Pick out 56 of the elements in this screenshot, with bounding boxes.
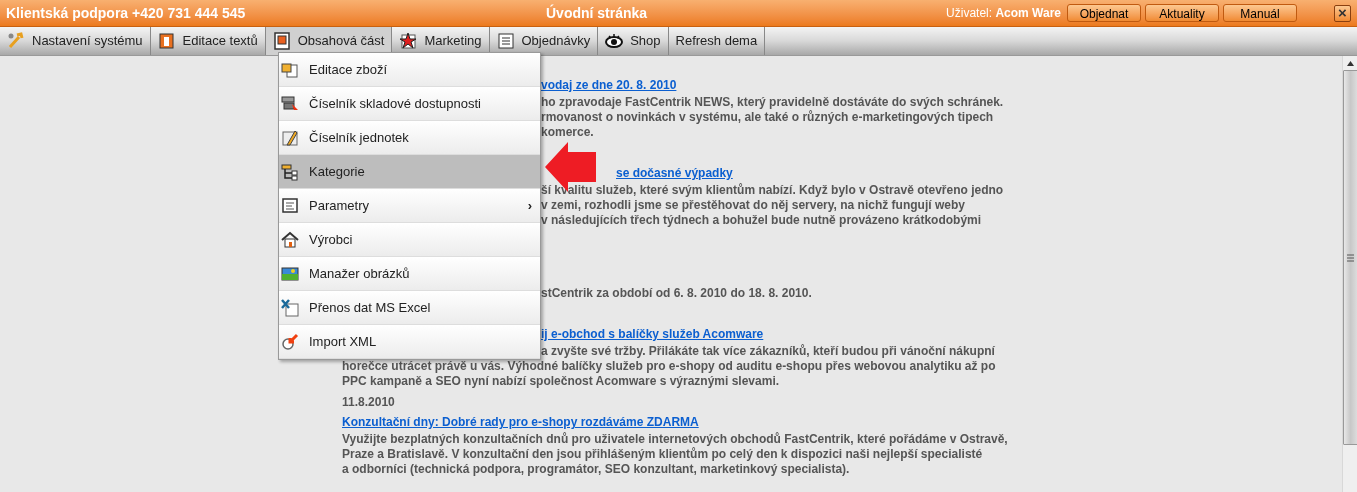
news-date: 11.8.2010 [342,395,395,409]
news-text: a zvyšte své tržby. Přilákáte tak více zákazníků, kteří budou při vánoční nákupní [541,344,995,358]
dropdown-item[interactable]: Editace zboží [279,53,540,87]
page-title: Úvodní stránka [546,3,649,23]
news-text: Praze a Bratislavě. V konzultační den jsou přihlášeným klientům po celý den k dispozici naši nejlepší specialisté [342,447,983,461]
scroll-up-icon [1346,61,1354,66]
page-icon [272,32,291,50]
dropdown-item[interactable]: Číselník jednotek [279,121,540,155]
news-text: stCentrik za období od 6. 8. 2010 do 18. 8. 2010. [541,286,812,300]
news-text: a odborníci (technická podpora, programátor, SEO konzultant, marketinkový specialista). [342,462,850,476]
news-link[interactable]: ij e-obchod s balíčky služeb Acomware [541,327,764,341]
news-text: ší kvalitu služeb, které svým klientům nabízí. Když bylo v Ostravě otevřeno jedno [541,183,1004,197]
star-icon [399,32,418,50]
menu-item[interactable]: Nastavení systému [0,27,151,55]
ruler-icon [281,128,299,147]
dropdown-item[interactable]: Kategorie [279,155,540,189]
header-button[interactable]: Manuál [1223,4,1297,22]
wrench-icon [7,32,25,50]
list-icon [496,32,515,50]
menu-item[interactable]: Shop [598,27,669,55]
stock-icon [281,94,299,113]
news-text: v zemi, rozhodli jsme se přestěhovat do něj servery, na nichž fungují weby [541,198,965,212]
image-icon [281,264,299,283]
box-icon [281,60,299,79]
news-text: komerce. [541,125,594,139]
dropdown-item[interactable]: Přenos dat MS Excel [279,291,540,325]
grip-icon [1346,253,1354,262]
tree-icon [281,162,299,181]
user-info: Uživatel: Acom Ware [946,5,1061,22]
import-icon [281,332,299,351]
spreadsheet-icon [281,298,299,317]
news-text: Využijte bezplatných konzultačních dnů pro uživatele internetových obchodů FastCentrik, které pořádáme v Ostravě, [342,432,1008,446]
header-button[interactable]: Aktuality [1145,4,1219,22]
news-text: horečce utrácet právě u vás. Výhodné balíčky služeb pro e-shopy od auditu e-shopu přes webovou analytiku až po [342,359,996,373]
news-text: ho zpravodaje FastCentrik NEWS, který pravidelně dostáváte do svých schránek. [541,95,1004,109]
news-text: rmovanost o novinkách v systému, ale také o různých e-marketingových tipech [541,110,994,124]
house-icon [281,230,299,249]
eye-icon [605,32,624,50]
close-button[interactable]: × [1334,4,1351,22]
dropdown-item[interactable]: Import XML [279,325,540,359]
support-phone: Klientská podpora +420 731 444 545 [6,3,247,23]
menu-item[interactable]: Obsahová část [265,27,393,55]
header-button[interactable]: Objednat [1067,4,1141,22]
news-link[interactable]: vodaj ze dne 20. 8. 2010 [541,78,677,92]
dropdown-item[interactable]: Výrobci [279,223,540,257]
submenu-arrow: › [527,196,532,215]
menu-item[interactable]: Editace textů [150,27,266,55]
dropdown-item[interactable]: Parametry › [279,189,540,223]
news-link[interactable]: Konzultační dny: Dobré rady pro e-shopy rozdáváme ZDARMA [342,415,699,429]
dropdown-item[interactable]: Číselník skladové dostupnosti [279,87,540,121]
menu-item[interactable]: Refresh dema [668,27,766,55]
news-link[interactable]: se dočasné výpadky [616,166,733,180]
form-icon [281,196,299,215]
news-text: PPC kampaně a SEO nyní nabízí společnost Acomware s výraznými slevami. [342,374,780,388]
news-text: v následujících třech týdnech a bohužel bude nutně provázeno krátkodobými [541,213,982,227]
dropdown-item[interactable]: Manažer obrázků [279,257,540,291]
